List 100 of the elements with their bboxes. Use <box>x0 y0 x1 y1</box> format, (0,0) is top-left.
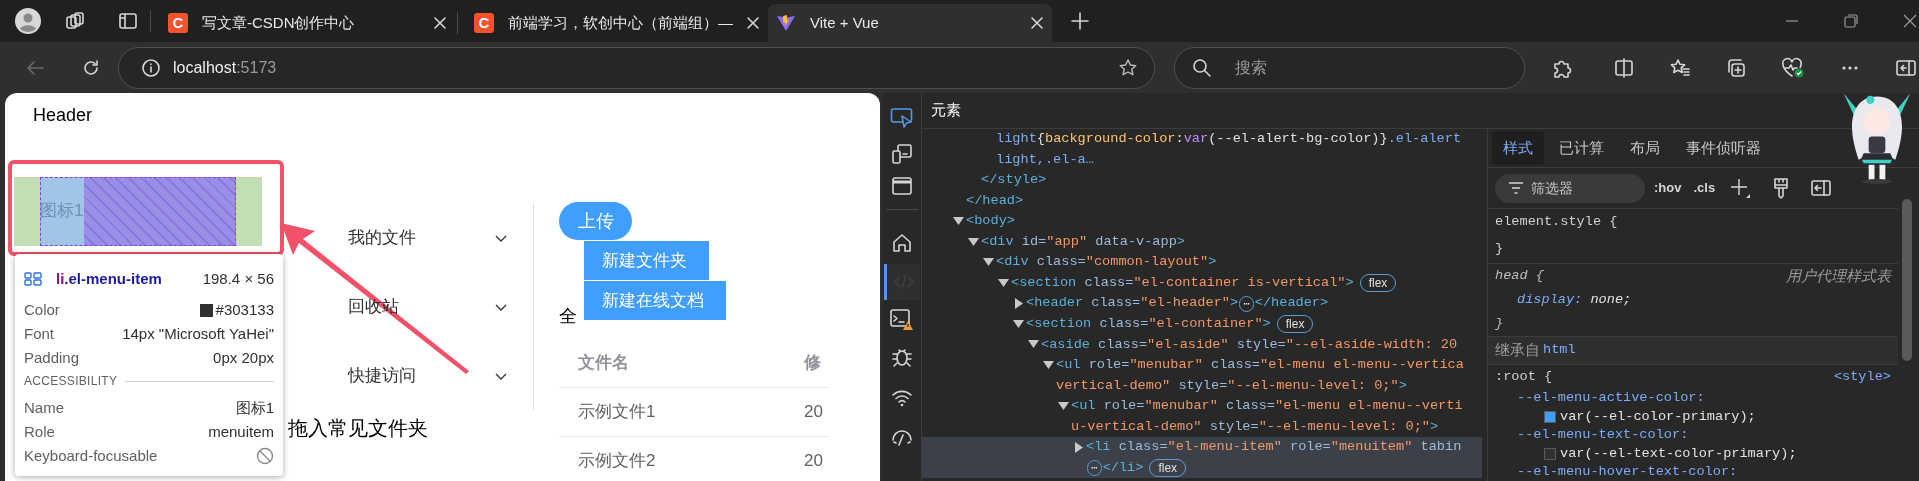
url-text: localhost:5173 <box>173 57 278 78</box>
search-icon <box>1192 57 1212 78</box>
rule-brace: } <box>1495 240 1504 259</box>
styles-tab[interactable]: 已计算 <box>1548 131 1615 165</box>
dom-node-line[interactable]: vertical-demo" style="--el-menu-level: 0;"> <box>1056 375 1407 397</box>
heart-pulse-icon[interactable] <box>1781 56 1805 79</box>
element-link[interactable]: html <box>1543 340 1576 361</box>
table-cell-text: 20 <box>804 401 824 424</box>
table-cell-text: 示例文件1 <box>577 401 657 424</box>
expand-triangle-icon[interactable] <box>1075 441 1084 453</box>
color-swatch[interactable] <box>1544 447 1556 460</box>
table-cell-text: 20 <box>804 450 824 473</box>
declaration: display: none; <box>1517 290 1632 309</box>
rule-selector: element.style { <box>1495 213 1618 232</box>
info-icon[interactable] <box>141 57 161 78</box>
dom-node-line[interactable]: <header class="el-header"> ⋯ </header> <box>1026 293 1329 314</box>
property-value: 图标1 <box>235 397 274 418</box>
toggle-button[interactable]: .cls <box>1693 178 1716 198</box>
inspect-icon[interactable] <box>890 107 914 129</box>
dom-node-line[interactable]: <ul role="menubar" class="el-menu el-menu--vertica <box>1056 355 1464 376</box>
scrollbar[interactable] <box>1902 199 1912 361</box>
submenu-title[interactable]: 快捷访问 <box>288 341 533 410</box>
collapse-triangle-icon[interactable] <box>1013 319 1024 329</box>
collapse-triangle-icon[interactable] <box>968 237 979 247</box>
browser-tab[interactable]: Vite + Vue <box>768 4 1052 42</box>
dom-node-line[interactable]: <section class="el-container"> <box>1026 314 1271 335</box>
property-name: --el-menu-hover-text-color: <box>1517 463 1738 481</box>
browser-tab[interactable]: C 前端学习，软创中心（前端组）— <box>466 4 768 42</box>
drop-hint: 拖入常见文件夹 <box>288 416 429 441</box>
collapse-triangle-icon[interactable] <box>1058 401 1069 411</box>
dom-node-line[interactable]: ⋯ </li> <box>1086 457 1144 479</box>
collapse-triangle-icon[interactable] <box>1043 360 1054 370</box>
collections-icon[interactable] <box>1725 56 1747 79</box>
property-value: var(--el-color-primary); <box>1560 407 1756 426</box>
restore-icon[interactable] <box>1844 14 1858 28</box>
new-tab-icon[interactable] <box>1071 12 1089 30</box>
stylesheet-source: 用户代理样式表 <box>1786 266 1891 286</box>
expand-triangle-icon[interactable] <box>1015 298 1024 310</box>
dom-node-line[interactable]: <aside class="el-aside" style="--el-aside-width: 20 <box>1041 334 1458 355</box>
home-icon[interactable] <box>891 232 913 254</box>
collapse-triangle-icon[interactable] <box>1028 340 1039 350</box>
dom-node-line[interactable]: light,.el-a… <box>996 149 1094 170</box>
vite-logo-icon <box>776 13 796 33</box>
styles-tab[interactable]: 布局 <box>1619 131 1671 165</box>
favorites-icon[interactable] <box>1669 56 1691 79</box>
dom-node-line[interactable]: u-vertical-demo" style="--el-menu-level: 0;"> <box>1071 416 1439 438</box>
dom-node-line[interactable]: <div id="app" data-v-app> <box>981 231 1185 253</box>
property-value: 14px "Microsoft YaHei" <box>122 323 274 344</box>
element-size: 198.4 × 56 <box>202 268 274 289</box>
property-label: Keyboard-focusable <box>24 445 158 466</box>
dom-node-line[interactable]: <section class="el-container is-vertical"> <box>1011 272 1354 294</box>
profile-avatar-icon[interactable] <box>15 8 41 34</box>
source-link[interactable]: <style> <box>1833 366 1891 388</box>
dom-node-line[interactable]: light{background-color:var(--el-alert-bg-color)}.el-alert <box>996 129 1462 150</box>
dom-node-line[interactable]: <body> <box>966 211 1015 232</box>
bug-icon[interactable] <box>891 346 913 368</box>
element-selector: li.el-menu-item <box>56 268 162 289</box>
styles-tab[interactable]: 事件侦听器 <box>1675 131 1772 165</box>
new-rule-icon[interactable] <box>1729 177 1752 199</box>
search-field[interactable]: 搜索 <box>1174 46 1525 89</box>
paint-brush-icon[interactable] <box>1773 177 1790 199</box>
property-value: 0px 20px <box>213 347 274 368</box>
dom-node-line[interactable]: <div class="common-layout"> <box>996 252 1217 273</box>
dom-node-line[interactable]: <ul role="menubar" class="el-menu el-menu--verti <box>1071 396 1463 417</box>
code-tool-button[interactable] <box>884 264 920 300</box>
collapse-triangle-icon[interactable] <box>998 278 1009 288</box>
property-label: Name <box>24 397 64 418</box>
workspaces-icon[interactable] <box>65 11 85 31</box>
window-icon[interactable] <box>891 175 913 197</box>
collapse-triangle-icon[interactable] <box>983 258 994 268</box>
submenu-title[interactable]: 我的文件 <box>288 203 533 272</box>
filter-icon <box>1508 181 1524 195</box>
sidebar-toggle-icon[interactable] <box>1811 179 1832 197</box>
close-icon[interactable] <box>433 16 447 30</box>
filter-placeholder: 筛选器 <box>1531 178 1573 198</box>
close-icon[interactable] <box>1903 14 1917 28</box>
browser-tab[interactable]: C 写文章-CSDN创作中心 <box>160 4 466 42</box>
toggle-button[interactable]: :hov <box>1654 178 1682 198</box>
color-swatch[interactable] <box>1544 410 1556 423</box>
site-icon: C <box>168 13 188 33</box>
dom-node-line[interactable]: </head> <box>966 190 1024 212</box>
property-value: menuitem <box>208 421 274 442</box>
console-icon[interactable] <box>889 308 915 332</box>
refresh-icon[interactable] <box>81 57 101 78</box>
close-icon[interactable] <box>1030 16 1044 30</box>
collapse-triangle-icon[interactable] <box>953 216 964 226</box>
dom-node-line[interactable]: </style> <box>981 170 1047 191</box>
styles-tab[interactable]: 样式 <box>1492 131 1544 165</box>
device-toolbar-icon[interactable] <box>891 143 913 165</box>
tab-actions-icon[interactable] <box>118 11 138 31</box>
close-icon[interactable] <box>746 16 760 30</box>
favorite-star-icon[interactable] <box>1118 57 1138 78</box>
property-name: --el-menu-text-color: <box>1517 426 1689 445</box>
rule-selector: :root { <box>1495 367 1553 386</box>
address-bar[interactable]: localhost:5173 <box>118 46 1155 89</box>
property-label: Color <box>24 299 60 320</box>
split-screen-icon[interactable] <box>1613 56 1635 79</box>
search-placeholder: 搜索 <box>1235 57 1267 78</box>
property-label: Font <box>24 323 54 344</box>
filter-field[interactable]: 筛选器 <box>1495 173 1645 203</box>
